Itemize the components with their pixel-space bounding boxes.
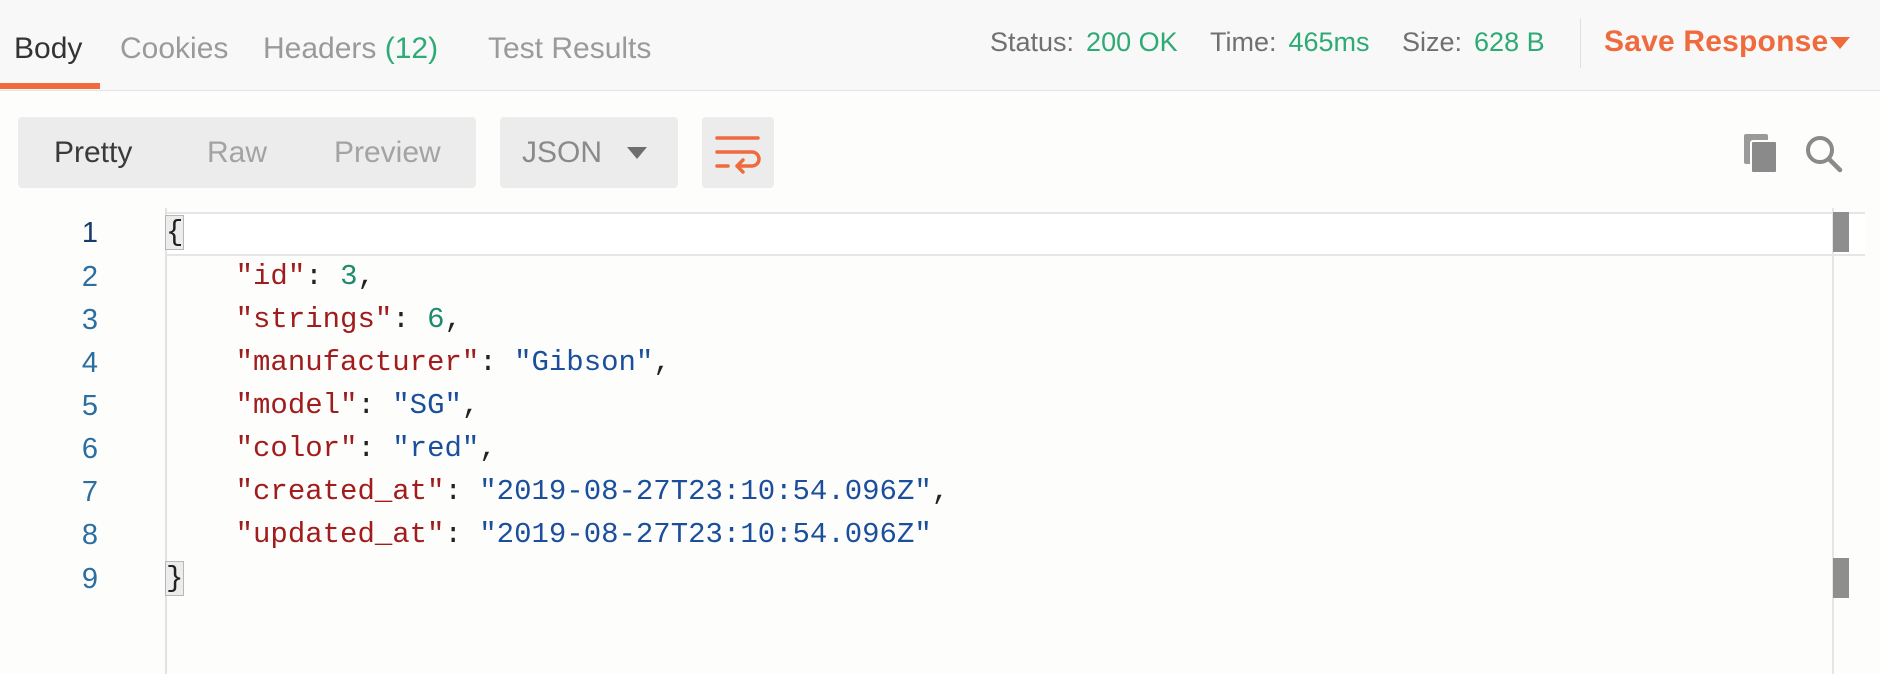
code-line: "id": 3, xyxy=(235,260,375,293)
json-comma: , xyxy=(479,432,497,465)
line-number: 4 xyxy=(81,347,99,379)
tab-cookies[interactable]: Cookies xyxy=(120,28,228,70)
json-comma: , xyxy=(461,389,480,422)
json-comma: , xyxy=(444,303,462,336)
json-key: "updated_at" xyxy=(235,518,445,551)
save-response-dropdown-icon[interactable] xyxy=(1830,37,1850,49)
editor-scrollbar-track[interactable] xyxy=(1832,208,1834,674)
format-select[interactable]: JSON xyxy=(500,117,678,188)
line-number: 5 xyxy=(81,390,99,422)
view-preview-button[interactable]: Preview xyxy=(334,117,441,188)
wrap-lines-button[interactable] xyxy=(702,117,774,188)
close-brace: } xyxy=(164,561,185,596)
json-value: "red" xyxy=(392,432,480,465)
line-number: 3 xyxy=(81,304,99,336)
search-icon[interactable] xyxy=(1802,132,1846,176)
status-value: 200 OK xyxy=(1086,27,1178,57)
code-line: "manufacturer": "Gibson", xyxy=(235,346,671,379)
view-raw-button[interactable]: Raw xyxy=(207,117,267,188)
wrap-lines-icon xyxy=(715,136,761,174)
code-line: "model": "SG", xyxy=(235,389,480,422)
code-line: "color": "red", xyxy=(235,432,497,465)
json-value: 3 xyxy=(340,260,358,293)
json-key: "strings" xyxy=(235,303,393,336)
code-line: "created_at": "2019-08-27T23:10:54.096Z"… xyxy=(235,475,950,508)
json-key: "manufacturer" xyxy=(235,346,480,379)
json-comma: , xyxy=(357,260,375,293)
format-select-value: JSON xyxy=(522,136,603,169)
time-label: Time: xyxy=(1210,27,1277,57)
line-number-gutter: 1 2 3 4 5 6 7 8 9 xyxy=(0,208,165,674)
headers-count-badge: (12) xyxy=(384,32,439,65)
tab-headers[interactable]: Headers (12) xyxy=(263,28,438,70)
status-readout: Status: 200 OK xyxy=(990,24,1178,60)
json-value: "SG" xyxy=(392,389,462,422)
scrollbar-marker[interactable] xyxy=(1833,212,1849,252)
json-key: "created_at" xyxy=(235,475,445,508)
line-number: 7 xyxy=(81,476,99,508)
magnifier-glyph xyxy=(1806,136,1843,173)
json-comma: , xyxy=(653,346,671,379)
json-key: "id" xyxy=(235,260,306,293)
copy-icon[interactable] xyxy=(1740,132,1780,176)
tab-headers-label: Headers xyxy=(263,32,377,65)
save-response-button[interactable]: Save Response xyxy=(1604,22,1828,62)
time-value: 465ms xyxy=(1288,27,1370,57)
active-tab-indicator xyxy=(0,83,100,89)
chevron-down-icon xyxy=(627,147,647,159)
response-tab-bar: Body Cookies Headers (12) Test Results S… xyxy=(0,0,1880,91)
json-value: "2019-08-27T23:10:54.096Z" xyxy=(479,518,932,551)
json-value: "Gibson" xyxy=(514,346,654,379)
code-line: { xyxy=(164,212,185,254)
response-body-editor[interactable]: 1 2 3 4 5 6 7 8 9 { "id": 3, "strings": … xyxy=(0,208,1880,674)
json-value: "2019-08-27T23:10:54.096Z" xyxy=(479,475,932,508)
status-label: Status: xyxy=(990,27,1075,57)
copy-icon-glyph xyxy=(1744,134,1778,174)
size-label: Size: xyxy=(1402,27,1463,57)
line-number: 8 xyxy=(81,519,99,551)
scrollbar-marker[interactable] xyxy=(1833,558,1849,598)
code-line: } xyxy=(164,558,185,600)
divider xyxy=(1580,18,1581,68)
time-readout: Time: 465ms xyxy=(1210,24,1370,60)
open-brace: { xyxy=(164,215,185,250)
code-line: "strings": 6, xyxy=(235,303,462,336)
view-mode-switch: Pretty Raw Preview xyxy=(18,117,476,188)
line-number: 1 xyxy=(81,217,99,249)
tab-test-results[interactable]: Test Results xyxy=(488,28,651,70)
size-value: 628 B xyxy=(1474,27,1545,57)
tab-body[interactable]: Body xyxy=(14,28,82,70)
code-line: "updated_at": "2019-08-27T23:10:54.096Z" xyxy=(235,518,932,551)
view-pretty-button[interactable]: Pretty xyxy=(54,117,132,188)
json-value: 6 xyxy=(427,303,445,336)
size-readout: Size: 628 B xyxy=(1402,24,1545,60)
line-number: 6 xyxy=(81,433,99,465)
json-key: "model" xyxy=(235,389,358,422)
line-number: 2 xyxy=(81,261,99,293)
line-number: 9 xyxy=(81,563,99,595)
json-key: "color" xyxy=(235,432,358,465)
json-comma: , xyxy=(931,475,950,508)
